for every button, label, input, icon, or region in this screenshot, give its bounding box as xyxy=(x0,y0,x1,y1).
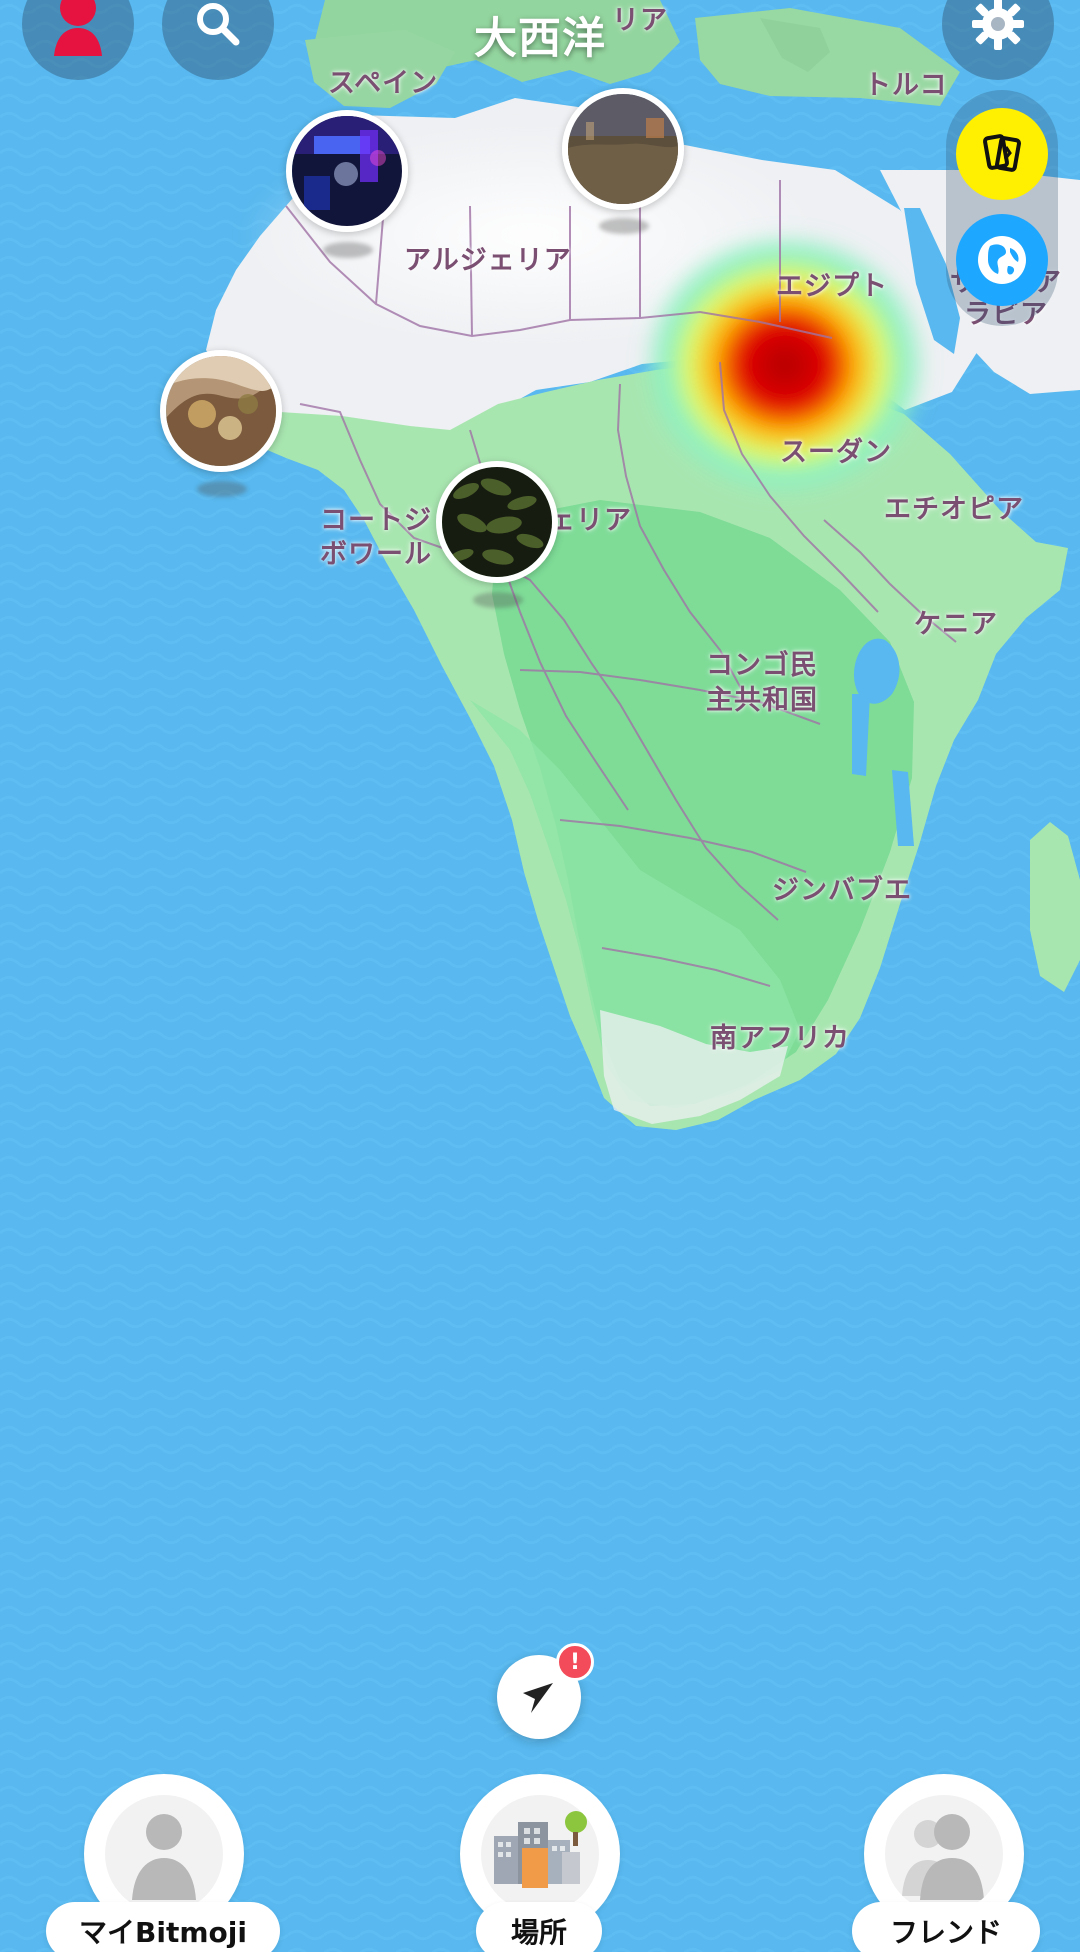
field-thumbnail xyxy=(568,94,678,204)
person-icon xyxy=(54,0,102,56)
places-illustration xyxy=(481,1795,599,1913)
story-shadow-1 xyxy=(323,242,373,258)
story-bubble[interactable] xyxy=(160,350,282,472)
story-bubble[interactable] xyxy=(286,110,408,232)
map-label-turkey: トルコ xyxy=(864,70,948,101)
map-label-algeria: アルジェリア xyxy=(404,245,572,276)
map-label-sudan: スーダン xyxy=(780,437,892,468)
map-label-south-africa: 南アフリカ xyxy=(710,1023,850,1054)
friends-label[interactable]: フレンド xyxy=(852,1902,1040,1952)
location-arrow-icon xyxy=(523,1683,553,1713)
food-thumbnail xyxy=(166,356,276,466)
friends-silhouette-icon xyxy=(902,1814,984,1900)
map-label-kenya: ケニア xyxy=(914,609,998,640)
story-shadow-2 xyxy=(599,218,649,234)
locate-alert-badge: ! xyxy=(556,1643,594,1681)
friends-avatar xyxy=(885,1795,1003,1913)
map-screen[interactable]: スペイン リア トルコ アルジェリア エジプト サウジア ラビア スーダン ェリ… xyxy=(0,0,1080,1952)
search-icon xyxy=(197,3,240,46)
map-label-drc-line1: コンゴ民 xyxy=(706,650,818,681)
map-label-spain: スペイン xyxy=(328,68,439,99)
cards-icon xyxy=(983,134,1021,172)
explore-button[interactable] xyxy=(956,108,1048,200)
person-silhouette-icon xyxy=(132,1814,196,1900)
my-bitmoji-label[interactable]: マイBitmoji xyxy=(46,1902,280,1952)
foliage-thumbnail xyxy=(442,467,552,577)
bitmoji-avatar xyxy=(105,1795,223,1913)
nightclub-thumbnail xyxy=(292,116,402,226)
map-label-ivory-coast-line2: ボワール xyxy=(320,539,432,570)
story-bubble[interactable] xyxy=(562,88,684,210)
map-label-ethiopia: エチオピア xyxy=(884,494,1024,525)
places-label[interactable]: 場所 xyxy=(476,1902,602,1952)
story-shadow-3 xyxy=(197,481,247,497)
map-label-ivory-coast-line1: コートジ xyxy=(320,505,432,536)
buildings-icon xyxy=(494,1811,587,1888)
map-label-drc-line2: 主共和国 xyxy=(706,685,818,716)
story-shadow-4 xyxy=(473,592,523,608)
map-label-zimbabwe: ジンバブエ xyxy=(772,875,912,906)
map-label-egypt: エジプト xyxy=(776,271,888,302)
gear-icon xyxy=(972,0,1024,50)
globe-icon xyxy=(978,236,1026,284)
globe-button[interactable] xyxy=(956,214,1048,306)
map-label-nigeria-partial: ェリア xyxy=(548,505,632,536)
story-bubble[interactable] xyxy=(436,461,558,583)
